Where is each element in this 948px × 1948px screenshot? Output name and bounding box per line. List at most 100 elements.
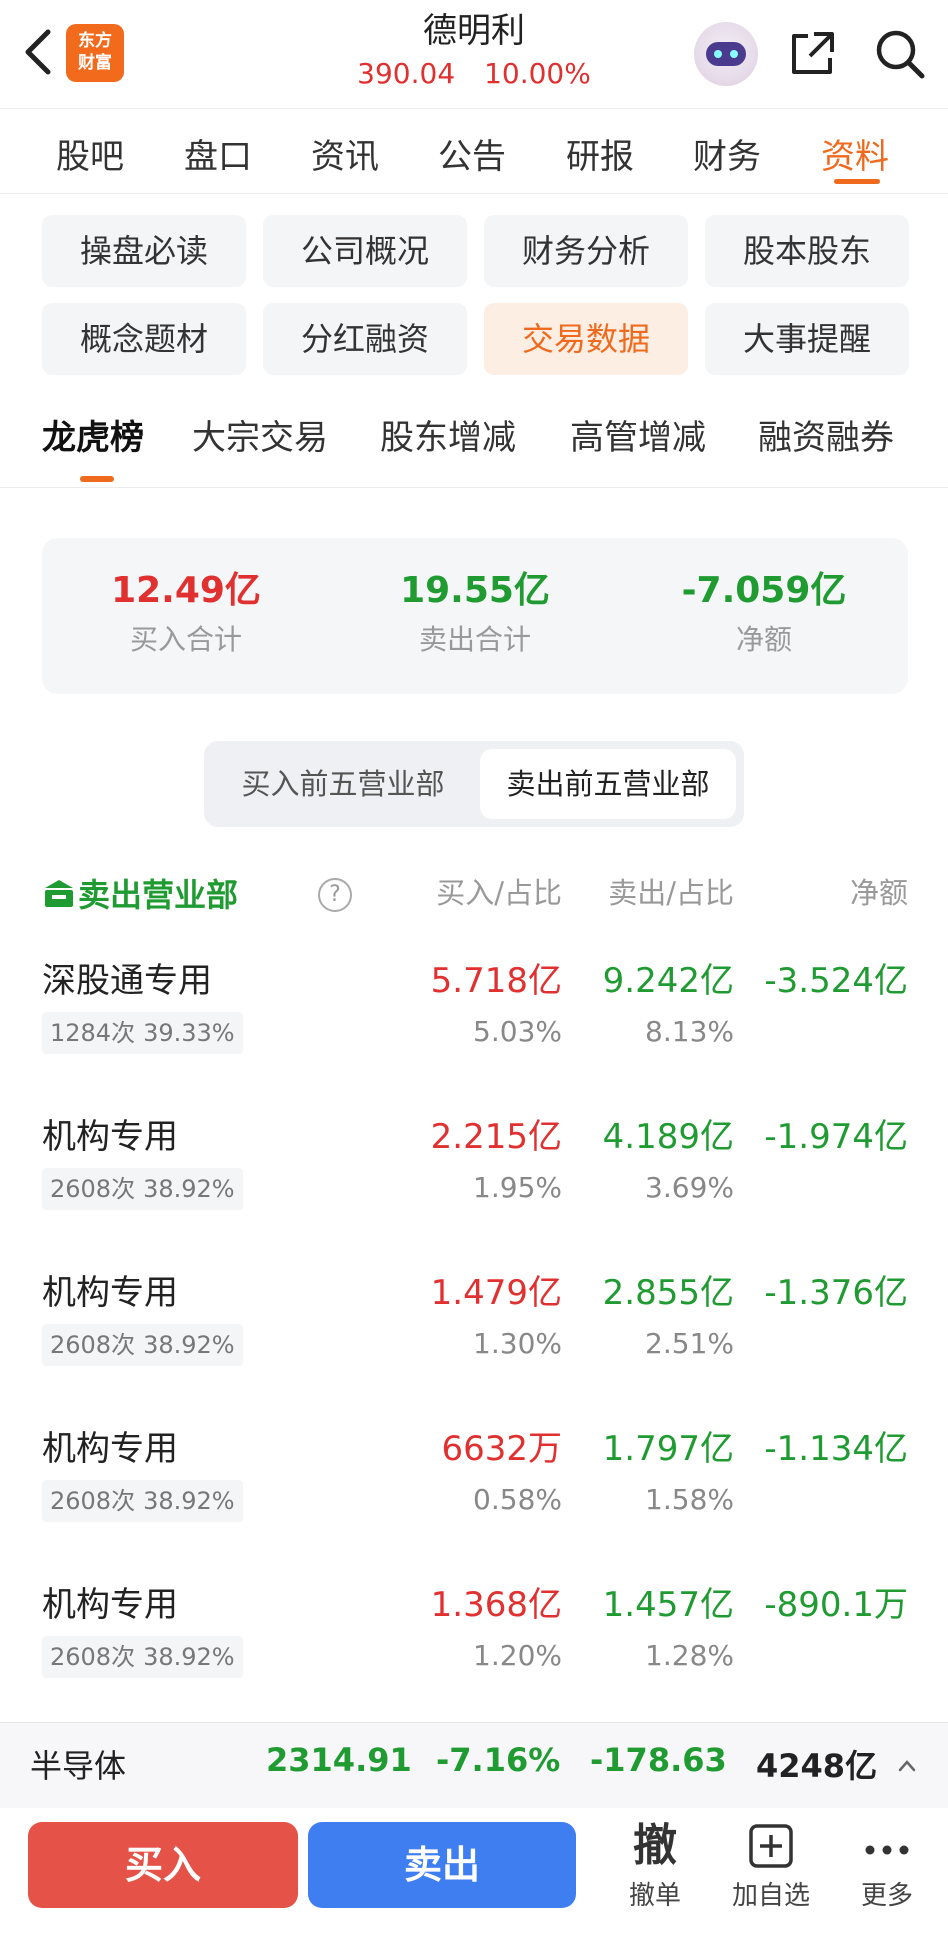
sell-amount: 1.457亿 (602, 1585, 734, 1625)
tab-research[interactable]: 研报 (566, 129, 634, 178)
stock-change-pct: 10.00% (484, 57, 591, 90)
main-tabs: 股吧 盘口 资讯 公告 研报 财务 资料 (0, 108, 948, 194)
trading-data-tabs: 龙虎榜 大宗交易 股东增减 高管增减 融资融券 (0, 392, 948, 488)
industry-bar[interactable]: 半导体 2314.91 -7.16% -178.63 4248亿 (0, 1722, 948, 1808)
search-icon[interactable] (872, 26, 926, 80)
table-row[interactable]: 机构专用 2608次 38.92% 1.479亿 1.30% 2.855亿 2.5… (0, 1268, 948, 1424)
add-watchlist-label: 加自选 (731, 1881, 810, 1911)
cancel-order-icon: 撤 (633, 1820, 677, 1871)
stock-title: 德明利 390.04 10.00% (300, 8, 648, 94)
sell-button[interactable]: 卖出 (308, 1822, 576, 1908)
buy-amount: 1.368亿 (430, 1585, 562, 1625)
tab-dragon-tiger[interactable]: 龙虎榜 (42, 410, 144, 459)
buy-amount: 1.479亿 (430, 1273, 562, 1313)
buy-total: 12.49亿 (111, 570, 261, 611)
net-amount: -3.524亿 (764, 961, 908, 1001)
table-row[interactable]: 机构专用 2608次 38.92% 2.215亿 1.95% 4.189亿 3.6… (0, 1112, 948, 1268)
buy-button[interactable]: 买入 (28, 1822, 298, 1908)
buy-amount: 2.215亿 (430, 1117, 562, 1157)
desk-name: 机构专用 (42, 1117, 178, 1157)
stock-price: 390.04 (357, 57, 456, 90)
tab-block-trade[interactable]: 大宗交易 (192, 410, 328, 459)
chip-company-overview[interactable]: 公司概况 (263, 215, 467, 287)
tab-exec-changes[interactable]: 高管增减 (570, 410, 706, 459)
more-button[interactable]: 更多 (832, 1816, 942, 1916)
buy-pct: 1.95% (473, 1171, 562, 1204)
toggle-sell-top5[interactable]: 卖出前五营业部 (480, 749, 736, 819)
sell-amount: 9.242亿 (602, 961, 734, 1001)
table-row[interactable]: 机构专用 2608次 38.92% 1.368亿 1.20% 1.457亿 1.2… (0, 1580, 948, 1736)
sell-total-label: 卖出合计 (418, 623, 531, 656)
table-row[interactable]: 机构专用 2608次 38.92% 6632万 0.58% 1.797亿 1.58… (0, 1424, 948, 1580)
chevron-up-icon[interactable] (896, 1755, 918, 1777)
col-head-net: 净额 (849, 876, 908, 910)
tab-guba[interactable]: 股吧 (56, 129, 124, 178)
chip-financial-analysis[interactable]: 财务分析 (484, 215, 688, 287)
help-icon[interactable]: ? (318, 878, 352, 912)
app-logo: 东方 财富 (66, 24, 124, 82)
summary-buy: 12.49亿 买入合计 (42, 568, 330, 662)
buy-pct: 1.20% (473, 1639, 562, 1672)
tab-announcements[interactable]: 公告 (438, 129, 506, 178)
net-amount: -1.974亿 (764, 1117, 908, 1157)
desk-stats: 2608次 38.92% (42, 1168, 243, 1210)
tab-holder-changes[interactable]: 股东增减 (380, 410, 516, 459)
action-bar: 买入 卖出 撤 撤单 加自选 更多 (0, 1808, 948, 1948)
top-five-toggle: 买入前五营业部 卖出前五营业部 (204, 741, 744, 827)
tab-finance[interactable]: 财务 (693, 129, 761, 178)
summary-net: -7.059亿 净额 (620, 568, 908, 662)
desk-name: 机构专用 (42, 1273, 178, 1313)
chip-shareholders[interactable]: 股本股东 (705, 215, 909, 287)
sell-pct: 1.28% (645, 1639, 734, 1672)
desk-name: 机构专用 (42, 1429, 178, 1469)
toggle-buy-top5[interactable]: 买入前五营业部 (212, 749, 474, 819)
sell-pct: 1.58% (645, 1483, 734, 1516)
desk-stats: 2608次 38.92% (42, 1324, 243, 1366)
desk-stats: 1284次 39.33% (42, 1012, 243, 1054)
net-amount: -1.376亿 (764, 1273, 908, 1313)
tab-news[interactable]: 资讯 (311, 129, 379, 178)
buy-pct: 1.30% (473, 1327, 562, 1360)
ai-assistant-avatar[interactable] (694, 22, 758, 86)
sell-section-title: 卖出营业部 (78, 876, 239, 914)
chip-trading-data[interactable]: 交易数据 (484, 303, 688, 375)
col-head-sell: 卖出/占比 (608, 876, 734, 910)
tab-pankou[interactable]: 盘口 (184, 129, 252, 178)
chip-concepts[interactable]: 概念题材 (42, 303, 246, 375)
net-total-label: 净额 (735, 623, 792, 656)
tab-margin[interactable]: 融资融券 (758, 410, 894, 459)
desk-stats: 2608次 38.92% (42, 1480, 243, 1522)
sell-pct: 2.51% (645, 1327, 734, 1360)
net-total: -7.059亿 (681, 570, 847, 611)
buy-amount: 5.718亿 (430, 961, 562, 1001)
more-dots-icon (832, 1816, 942, 1876)
sell-pct: 8.13% (645, 1015, 734, 1048)
back-arrow-icon[interactable] (14, 22, 64, 82)
add-square-icon (716, 1816, 826, 1876)
tab-profile[interactable]: 资料 (821, 129, 889, 178)
stock-name: 德明利 (423, 11, 525, 51)
industry-change: -178.63 (590, 1741, 727, 1779)
share-icon[interactable] (786, 28, 838, 80)
industry-change-pct: -7.16% (436, 1741, 561, 1779)
buy-total-label: 买入合计 (129, 623, 242, 656)
cancel-order-button[interactable]: 撤 撤单 (600, 1816, 710, 1916)
add-watchlist-button[interactable]: 加自选 (716, 1816, 826, 1916)
desk-name: 深股通专用 (42, 961, 212, 1001)
buy-amount: 6632万 (441, 1429, 562, 1469)
table-row[interactable]: 深股通专用 1284次 39.33% 5.718亿 5.03% 9.242亿 8.… (0, 956, 948, 1112)
chip-trading-must-read[interactable]: 操盘必读 (42, 215, 246, 287)
cancel-order-label: 撤单 (628, 1881, 681, 1911)
more-label: 更多 (860, 1881, 913, 1911)
sell-total: 19.55亿 (400, 570, 550, 611)
net-amount: -890.1万 (764, 1585, 908, 1625)
industry-amount: 4248亿 (756, 1747, 878, 1785)
active-tab-indicator (834, 179, 880, 184)
industry-index: 2314.91 (266, 1741, 412, 1779)
chip-major-events[interactable]: 大事提醒 (705, 303, 909, 375)
industry-name: 半导体 (30, 1747, 127, 1785)
col-head-buy: 买入/占比 (436, 876, 562, 910)
sell-amount: 2.855亿 (602, 1273, 734, 1313)
buy-pct: 0.58% (473, 1483, 562, 1516)
chip-dividends[interactable]: 分红融资 (263, 303, 467, 375)
